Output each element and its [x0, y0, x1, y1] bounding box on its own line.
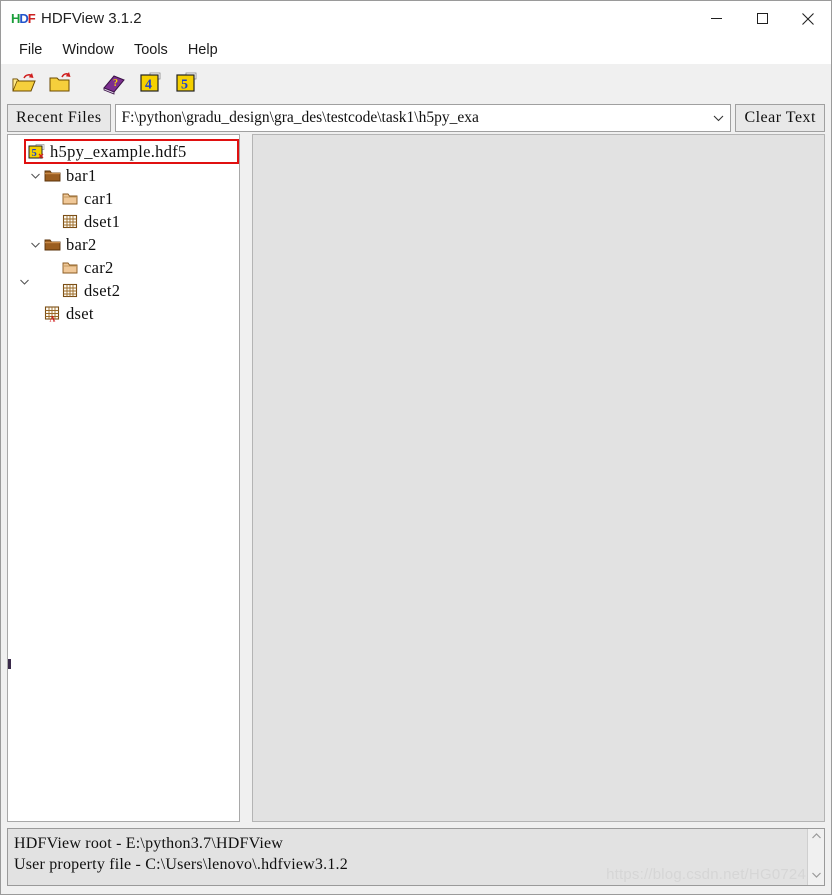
subgroup-folder-glyph	[62, 262, 78, 273]
close-icon	[802, 12, 814, 25]
toolbar: ? 4 5	[1, 64, 831, 102]
menu-item-help[interactable]: Help	[178, 40, 228, 60]
chevron-down-icon[interactable]	[811, 871, 822, 882]
hdfview-window: HDF HDFView 3.1.2 File Window Tools Help…	[0, 0, 832, 895]
bar1-expand-chevron[interactable]	[26, 172, 44, 180]
recent-files-bar: Recent Files F:\python\gradu_design\gra_…	[1, 102, 831, 134]
clear-text-button[interactable]: Clear Text	[735, 104, 825, 132]
status-area: HDFView root - E:\python3.7\HDFView User…	[1, 822, 831, 894]
menu-bar: File Window Tools Help	[1, 36, 831, 64]
window-title: HDFView 3.1.2	[41, 10, 142, 27]
chevron-down-glyph	[713, 115, 724, 122]
title-bar: HDF HDFView 3.1.2	[1, 1, 831, 36]
hdf5-file-icon: 5	[28, 143, 46, 160]
bar2-expand-chevron[interactable]	[26, 241, 44, 249]
logo-letter-d: D	[19, 10, 28, 26]
file-path-value: F:\python\gradu_design\gra_des\testcode\…	[121, 109, 479, 126]
group-folder-icon	[44, 168, 62, 184]
chevron-down-glyph	[811, 872, 821, 878]
svg-text:?: ?	[113, 78, 118, 89]
status-log-box[interactable]: HDFView root - E:\python3.7\HDFView User…	[7, 828, 825, 886]
subgroup-folder-glyph	[62, 193, 78, 204]
dataset-grid-glyph	[62, 283, 78, 297]
hdf5-library-button[interactable]: 5	[171, 68, 201, 98]
logo-letter-f: F	[27, 10, 36, 26]
chevron-down-icon	[30, 242, 40, 248]
hdf5-file-glyph: 5	[28, 143, 45, 159]
dataset-grid-icon	[62, 214, 80, 230]
open-folder-icon	[49, 71, 71, 91]
tree-node-bar2[interactable]: bar2	[8, 233, 239, 256]
svg-text:5: 5	[32, 148, 37, 159]
tree-node-label: bar1	[66, 165, 97, 185]
status-line-2: User property file - C:\Users\lenovo\.hd…	[14, 856, 348, 873]
tree-node-label: h5py_example.hdf5	[50, 141, 187, 161]
hdf-logo-icon: HDF	[11, 9, 36, 28]
title-bar-left: HDF HDFView 3.1.2	[1, 9, 142, 28]
svg-text:A: A	[50, 314, 56, 322]
dataset-grid-icon	[62, 283, 80, 299]
help-book-button[interactable]: ?	[99, 68, 129, 98]
tree-node-h5py-example[interactable]: 5 h5py_example.hdf5	[24, 139, 239, 164]
menu-item-file[interactable]: File	[9, 40, 52, 60]
maximize-icon	[756, 13, 768, 24]
close-button[interactable]	[785, 1, 831, 36]
maximize-button[interactable]	[739, 1, 785, 36]
minimize-icon	[710, 18, 722, 19]
menu-item-window[interactable]: Window	[52, 40, 124, 60]
help-book-icon: ?	[103, 74, 125, 95]
recent-files-button[interactable]: Recent Files	[7, 104, 111, 132]
main-split-area: 5 h5py_example.hdf5 bar1 car1 dset1 bar2…	[1, 134, 831, 822]
split-sash[interactable]	[240, 134, 252, 822]
status-line-1: HDFView root - E:\python3.7\HDFView	[14, 835, 284, 852]
tree-node-label: car1	[84, 188, 114, 208]
open-folder-button[interactable]	[45, 68, 75, 98]
dataset-grid-glyph	[62, 214, 78, 228]
tree-node-dset[interactable]: A dset	[8, 302, 239, 325]
dataset-attr-grid-glyph: A	[44, 305, 60, 323]
tree-node-car2[interactable]: car2	[8, 256, 239, 279]
subgroup-folder-icon	[62, 191, 80, 207]
svg-text:5: 5	[181, 77, 188, 92]
minimize-button[interactable]	[693, 1, 739, 36]
tree-node-label: car2	[84, 257, 114, 277]
tree-node-bar1[interactable]: bar1	[8, 164, 239, 187]
hdf4-library-button[interactable]: 4	[135, 68, 165, 98]
subgroup-folder-icon	[62, 260, 80, 276]
file-tree-panel[interactable]: 5 h5py_example.hdf5 bar1 car1 dset1 bar2…	[7, 134, 240, 822]
tree-node-label: dset2	[84, 280, 121, 300]
status-log-text: HDFView root - E:\python3.7\HDFView User…	[8, 829, 807, 885]
dataset-attr-grid-icon: A	[44, 305, 62, 323]
chevron-down-icon	[30, 173, 40, 179]
group-folder-glyph	[44, 170, 61, 181]
group-folder-glyph	[44, 239, 61, 250]
open-file-button[interactable]	[9, 68, 39, 98]
file-path-combo[interactable]: F:\python\gradu_design\gra_des\testcode\…	[114, 104, 732, 132]
tree-node-car1[interactable]: car1	[8, 187, 239, 210]
chevron-up-glyph	[811, 833, 821, 839]
tree-node-label: dset1	[84, 211, 121, 231]
chevron-up-icon[interactable]	[811, 832, 822, 843]
tree-root: 5 h5py_example.hdf5 bar1 car1 dset1 bar2…	[8, 139, 239, 325]
content-panel[interactable]	[252, 134, 825, 822]
menu-item-tools[interactable]: Tools	[124, 40, 178, 60]
tree-node-label: dset	[66, 303, 94, 323]
tree-node-dset2[interactable]: dset2	[8, 279, 239, 302]
tree-node-dset1[interactable]: dset1	[8, 210, 239, 233]
open-file-icon	[12, 72, 36, 91]
tree-node-label: bar2	[66, 234, 97, 254]
window-controls	[693, 1, 831, 36]
status-vertical-scrollbar[interactable]	[807, 829, 824, 885]
hdf4-library-icon: 4	[140, 72, 161, 92]
panel-edge-marker	[8, 659, 11, 669]
hdf5-library-icon: 5	[176, 72, 197, 92]
group-folder-icon	[44, 237, 62, 253]
svg-text:4: 4	[145, 77, 152, 92]
chevron-down-icon[interactable]	[710, 114, 726, 122]
